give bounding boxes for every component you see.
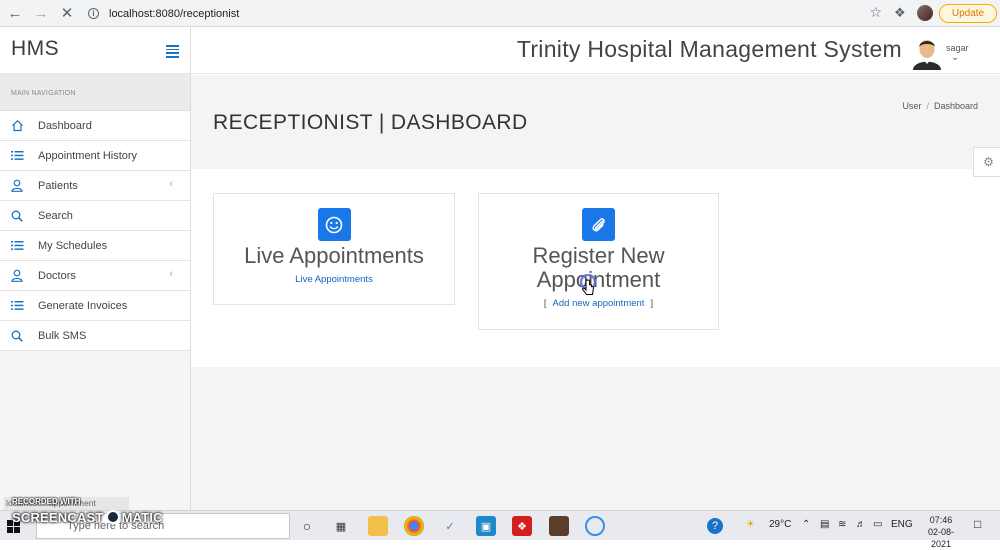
- breadcrumb-dashboard: Dashboard: [933, 101, 978, 111]
- sidebar-item-bulk-sms[interactable]: Bulk SMS: [0, 321, 190, 351]
- register-appointment-card: Register New Appointment [Add new appoin…: [478, 193, 719, 330]
- bookmark-star-icon[interactable]: ☆: [869, 4, 882, 21]
- search-icon: [9, 330, 25, 342]
- bracket-open: [: [543, 298, 547, 309]
- sidebar-item-search[interactable]: Search: [0, 201, 190, 231]
- page-header: RECEPTIONIST | DASHBOARD User / Dashboard: [191, 75, 1000, 169]
- brand-bar: HMS: [0, 27, 190, 74]
- profile-avatar-icon[interactable]: [917, 5, 933, 21]
- sidebar-item-label: My Schedules: [38, 239, 108, 252]
- meet-icon[interactable]: ▤: [820, 519, 829, 530]
- list-icon: [9, 150, 25, 161]
- back-icon[interactable]: ←: [4, 2, 26, 24]
- sidebar-item-label: Doctors: [38, 269, 76, 282]
- chevron-up-icon[interactable]: ⌃: [802, 519, 810, 530]
- recorder-logo-icon: [105, 510, 120, 524]
- sidebar-item-label: Bulk SMS: [38, 329, 87, 342]
- chevron-left-icon: ‹: [169, 178, 173, 190]
- bracket-close: ]: [650, 298, 654, 309]
- main-content: RECEPTIONIST | DASHBOARD User / Dashboard …: [191, 75, 1000, 510]
- list-icon: [9, 240, 25, 251]
- content-footer-area: [191, 367, 1000, 510]
- app-icon[interactable]: ✓: [440, 516, 460, 536]
- language-indicator[interactable]: ENG: [891, 519, 913, 530]
- sidebar-item-my-schedules[interactable]: My Schedules: [0, 231, 190, 261]
- chevron-down-icon[interactable]: ⌄: [951, 52, 959, 63]
- stop-loading-icon[interactable]: ✕: [56, 2, 78, 24]
- help-icon[interactable]: ?: [707, 518, 723, 534]
- breadcrumb-user[interactable]: User: [902, 101, 921, 111]
- user-icon: [9, 269, 25, 282]
- address-bar[interactable]: i localhost:8080/receptionist ☆: [80, 3, 888, 24]
- list-icon: [9, 300, 25, 311]
- sidebar: HMS MAIN NAVIGATION Dashboard Appointmen…: [0, 27, 191, 510]
- file-explorer-icon[interactable]: [368, 516, 388, 536]
- sidebar-item-doctors[interactable]: Doctors ‹: [0, 261, 190, 291]
- settings-gear-icon[interactable]: ⚙: [973, 147, 1000, 177]
- sidebar-item-generate-invoices[interactable]: Generate Invoices: [0, 291, 190, 321]
- weather-icon[interactable]: ☀: [746, 519, 755, 530]
- weather-temp[interactable]: 29°C: [769, 519, 791, 530]
- app-header: Trinity Hospital Management System sagar…: [191, 27, 1000, 74]
- browser-toolbar: ← → ✕ i localhost:8080/receptionist ☆ ❖ …: [0, 0, 1000, 27]
- register-title-line1: Register New: [532, 243, 665, 268]
- clock-time: 07:46: [929, 515, 953, 525]
- live-appointments-card: Live Appointments Live Appointments: [213, 193, 455, 305]
- sidebar-item-label: Dashboard: [38, 119, 92, 132]
- menu-toggle-icon[interactable]: [166, 45, 179, 58]
- browser-update-button[interactable]: Update: [939, 4, 997, 23]
- sidebar-item-label: Generate Invoices: [38, 299, 128, 312]
- sidebar-item-label: Appointment History: [38, 149, 138, 162]
- search-icon: [9, 210, 25, 222]
- store-icon[interactable]: ▣: [476, 516, 496, 536]
- sidebar-item-label: Search: [38, 209, 73, 222]
- chevron-left-icon: ‹: [169, 268, 173, 280]
- recorder-brand-a: SCREENCAST: [12, 510, 104, 525]
- sidebar-item-appointment-history[interactable]: Appointment History: [0, 141, 190, 171]
- volume-icon[interactable]: ♬: [856, 519, 866, 530]
- url-text[interactable]: localhost:8080/receptionist: [109, 8, 239, 20]
- live-appointments-title: Live Appointments: [244, 243, 424, 268]
- dashboard-cards: Live Appointments Live Appointments Regi…: [191, 147, 1000, 367]
- sidebar-item-patients[interactable]: Patients ‹: [0, 171, 190, 201]
- avatar[interactable]: [911, 35, 943, 70]
- page-title: RECEPTIONIST | DASHBOARD: [213, 111, 528, 134]
- cortana-icon[interactable]: ○: [297, 516, 317, 536]
- taskbar-clock[interactable]: 07:46 02-08-2021: [918, 514, 964, 550]
- user-icon: [9, 179, 25, 192]
- chrome-icon[interactable]: [404, 516, 424, 536]
- clock-date: 02-08-2021: [927, 527, 954, 549]
- recorder-watermark: SCREENCAST MATIC: [12, 510, 163, 525]
- notifications-icon[interactable]: □: [974, 517, 981, 531]
- paperclip-icon: [582, 208, 615, 241]
- recorder-label: RECORDED WITH: [12, 497, 81, 506]
- sidebar-item-label: Patients: [38, 179, 78, 192]
- sidebar-item-dashboard[interactable]: Dashboard: [0, 111, 190, 141]
- breadcrumb: User / Dashboard: [902, 101, 978, 111]
- extensions-icon[interactable]: ❖: [894, 5, 906, 21]
- home-icon: [9, 119, 25, 132]
- nav-heading: MAIN NAVIGATION: [0, 74, 190, 111]
- media-app-icon[interactable]: [549, 516, 569, 536]
- pdf-icon[interactable]: ❖: [512, 516, 532, 536]
- brand-logo[interactable]: HMS: [11, 37, 59, 61]
- wifi-icon[interactable]: ≋: [838, 519, 846, 530]
- recorder-brand-b: MATIC: [121, 510, 163, 525]
- app-title: Trinity Hospital Management System: [516, 36, 902, 62]
- site-info-icon[interactable]: i: [88, 8, 99, 19]
- recorder-app-icon[interactable]: [585, 516, 605, 536]
- task-view-icon[interactable]: ▦: [331, 516, 351, 536]
- hand-cursor-icon: [577, 273, 599, 303]
- forward-icon[interactable]: →: [30, 2, 52, 24]
- live-appointments-link[interactable]: Live Appointments: [214, 274, 454, 285]
- smile-icon: [317, 208, 351, 241]
- battery-icon[interactable]: ▭: [873, 519, 882, 530]
